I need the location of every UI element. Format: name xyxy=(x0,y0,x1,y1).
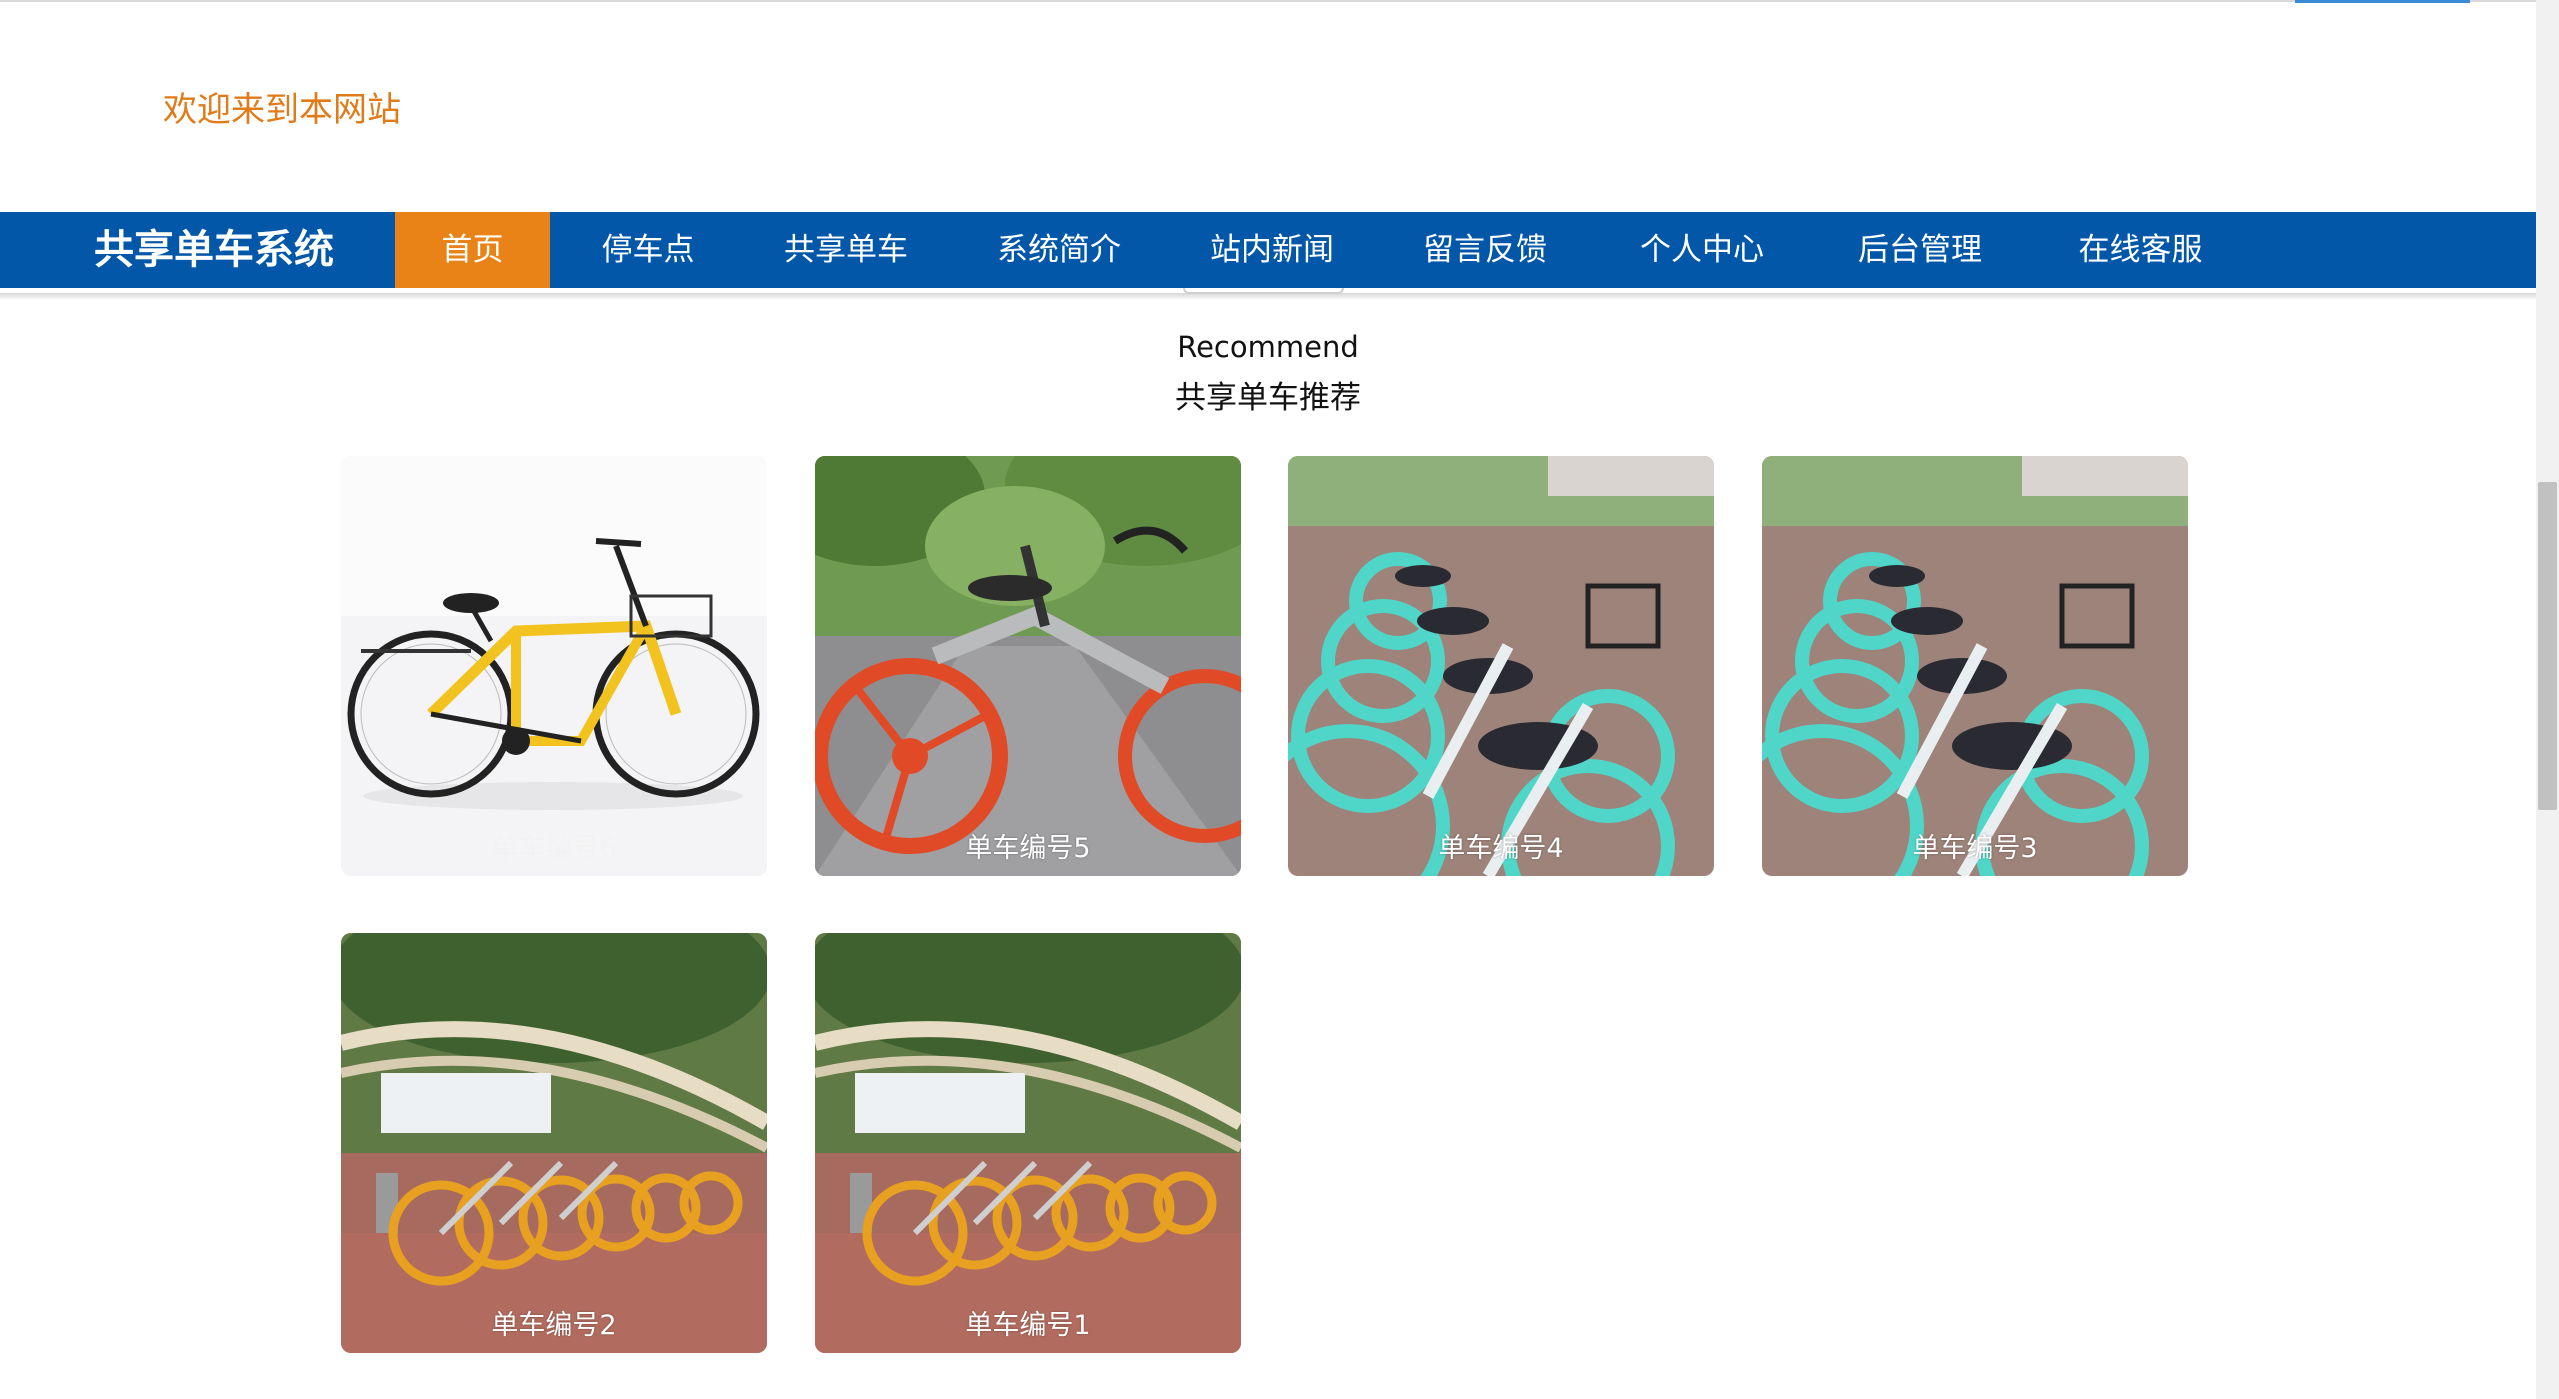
nav-underline xyxy=(558,288,738,292)
bike-card-1[interactable]: 单车编号1 xyxy=(815,933,1241,1353)
bike-card-6[interactable]: 单车编号6 xyxy=(341,456,767,876)
nav-underline xyxy=(954,288,1164,292)
bike-card-label: 单车编号2 xyxy=(491,1310,617,1341)
bike-card-label: 单车编号6 xyxy=(491,833,617,864)
nav-item-bikes[interactable]: 共享单车 xyxy=(741,212,951,288)
bike-photo-5 xyxy=(815,456,1241,876)
bike-card-5[interactable]: 单车编号5 xyxy=(815,456,1241,876)
nav-item-about[interactable]: 系统简介 xyxy=(954,212,1164,288)
bike-card-label: 单车编号4 xyxy=(1438,833,1564,864)
welcome-text: 欢迎来到本网站 xyxy=(163,90,401,130)
top-tab-indicator xyxy=(2295,0,2470,3)
nav-shadow xyxy=(0,293,2536,300)
nav-underline xyxy=(741,288,951,292)
nav-underline xyxy=(1380,288,1590,292)
bike-card-3[interactable]: 单车编号3 xyxy=(1762,456,2188,876)
bike-photo-1 xyxy=(815,933,1241,1353)
nav-underline xyxy=(2033,288,2248,292)
section-title-cn: 共享单车推荐 xyxy=(1175,380,1361,416)
site-brand[interactable]: 共享单车系统 xyxy=(94,212,334,288)
nav-item-news[interactable]: 站内新闻 xyxy=(1167,212,1377,288)
nav-item-home[interactable]: 首页 xyxy=(395,212,550,288)
nav-item-support[interactable]: 在线客服 xyxy=(2033,212,2248,288)
page: 欢迎来到本网站 共享单车系统 首页 停车点 共享单车 系统简介 站内新闻 留言反… xyxy=(0,0,2536,1399)
bike-card-label: 单车编号3 xyxy=(1912,833,2038,864)
bike-photo-6 xyxy=(341,456,767,876)
section-title-en: Recommend xyxy=(1177,330,1359,364)
bike-photo-3 xyxy=(1762,456,2188,876)
nav-item-profile[interactable]: 个人中心 xyxy=(1597,212,1807,288)
nav-item-parking[interactable]: 停车点 xyxy=(558,212,738,288)
nav-underline xyxy=(1597,288,1807,292)
nav-underline xyxy=(1815,288,2025,292)
bike-card-4[interactable]: 单车编号4 xyxy=(1288,456,1714,876)
top-divider xyxy=(0,0,2536,2)
bike-photo-2 xyxy=(341,933,767,1353)
nav-item-feedback[interactable]: 留言反馈 xyxy=(1380,212,1590,288)
bike-photo-4 xyxy=(1288,456,1714,876)
bike-card-2[interactable]: 单车编号2 xyxy=(341,933,767,1353)
bike-card-label: 单车编号5 xyxy=(965,833,1091,864)
nav-item-admin[interactable]: 后台管理 xyxy=(1815,212,2025,288)
bike-card-label: 单车编号1 xyxy=(965,1310,1091,1341)
nav-hover-tab xyxy=(1183,288,1344,294)
scrollbar-thumb[interactable] xyxy=(2538,482,2557,810)
